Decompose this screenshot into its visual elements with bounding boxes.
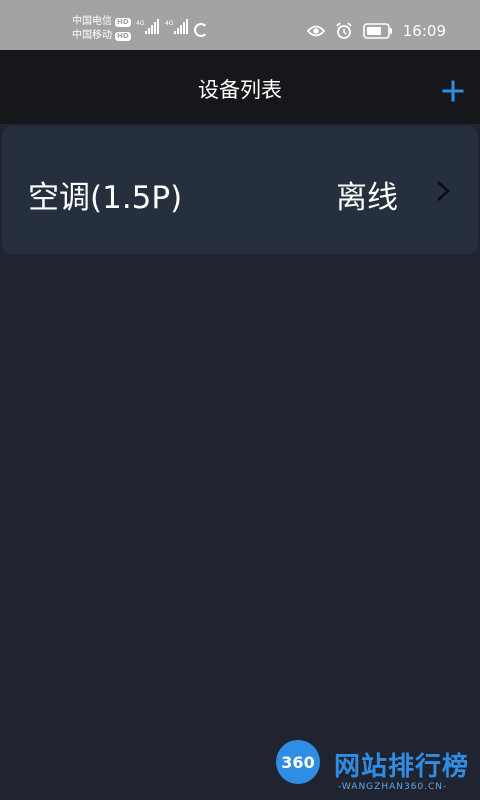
carrier-info: 中国电信 HD 中国移动 HD: [72, 15, 131, 43]
add-device-button[interactable]: [442, 80, 464, 102]
device-status: 离线: [336, 180, 398, 216]
eye-icon: [306, 25, 325, 37]
signal-icon-2: 4G: [165, 19, 188, 34]
watermark-title: 网站排行榜: [334, 752, 470, 782]
device-name: 空调(1.5P): [28, 180, 183, 216]
chevron-right-icon: [437, 181, 450, 201]
signal-icon-1: 4G: [136, 19, 159, 34]
alarm-icon: [336, 22, 352, 39]
device-list-item[interactable]: 空调(1.5P) 离线: [2, 126, 478, 254]
watermark-subtitle: -WANGZHAN360.CN-: [338, 782, 448, 792]
clock-time: 16:09: [402, 22, 446, 40]
header-bar: 设备列表: [0, 50, 480, 124]
battery-icon: [362, 23, 392, 39]
status-right: 16:09: [306, 20, 446, 42]
watermark: 360 网站排行榜 -WANGZHAN360.CN-: [268, 740, 478, 798]
watermark-logo: 360: [276, 740, 320, 784]
hd-badge-2: HD: [115, 31, 131, 41]
hd-badge-1: HD: [115, 17, 131, 27]
loading-icon: [194, 23, 208, 37]
page-title: 设备列表: [198, 78, 282, 102]
network-type-2: 4G: [165, 20, 174, 27]
network-type-1: 4G: [136, 20, 145, 27]
plus-icon: [442, 80, 464, 102]
carrier-2-label: 中国移动: [72, 30, 112, 41]
status-bar: 中国电信 HD 中国移动 HD 4G 4G 16:09: [0, 0, 480, 50]
carrier-1-label: 中国电信: [72, 16, 112, 27]
